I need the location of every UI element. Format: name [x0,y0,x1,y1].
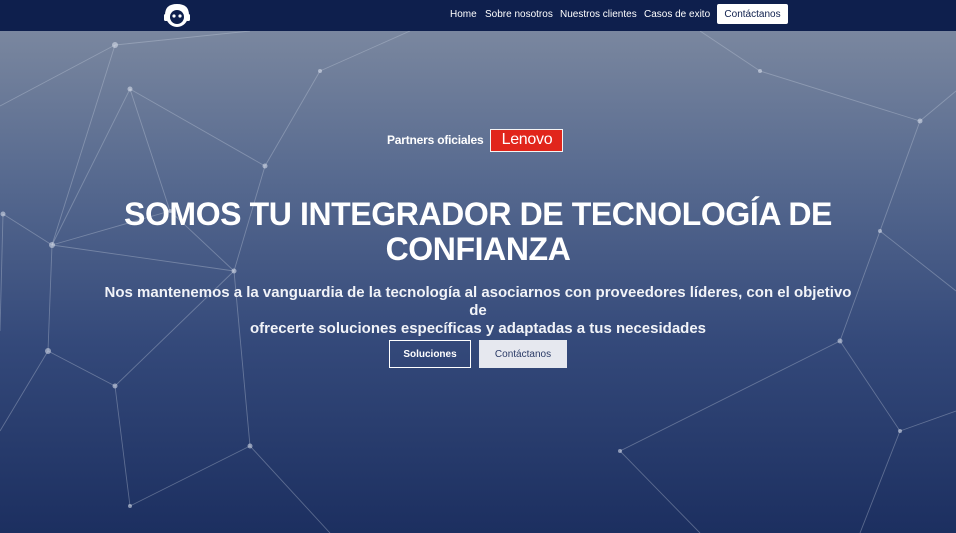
network-background [0,31,956,533]
hero-section: Partners oficiales Lenovo SOMOS TU INTEG… [0,31,956,533]
lenovo-logo: Lenovo [490,128,564,152]
nav-casos-de-exito[interactable]: Casos de exito [644,9,710,20]
hero-title-line-2: CONFIANZA [385,231,571,267]
headset-avatar-icon[interactable] [162,2,192,29]
partners-row: Partners oficiales Lenovo [387,128,564,152]
top-navbar: Home Sobre nosotros Nuestros clientes Ca… [0,0,956,31]
hero-subtitle-line-1: Nos mantenemos a la vanguardia de la tec… [104,284,852,319]
hero-subtitle-line-2: ofrecerte soluciones específicas y adapt… [249,320,707,337]
nav-nuestros-clientes[interactable]: Nuestros clientes [560,9,637,20]
hero-title-line-1: SOMOS TU INTEGRADOR DE TECNOLOGÍA DE [124,196,832,232]
partners-label: Partners oficiales [387,133,484,147]
solutions-button[interactable]: Soluciones [389,340,471,368]
hero-contact-button[interactable]: Contáctanos [479,340,567,368]
hero-title: SOMOS TU INTEGRADOR DE TECNOLOGÍA DE CON… [100,197,856,267]
nav-contact-button[interactable]: Contáctanos [717,4,788,24]
nav-sobre-nosotros[interactable]: Sobre nosotros [485,9,553,20]
lenovo-logo-text: Lenovo [501,131,553,148]
hero-subtitle: Nos mantenemos a la vanguardia de la tec… [100,284,856,338]
nav-home[interactable]: Home [450,9,477,20]
